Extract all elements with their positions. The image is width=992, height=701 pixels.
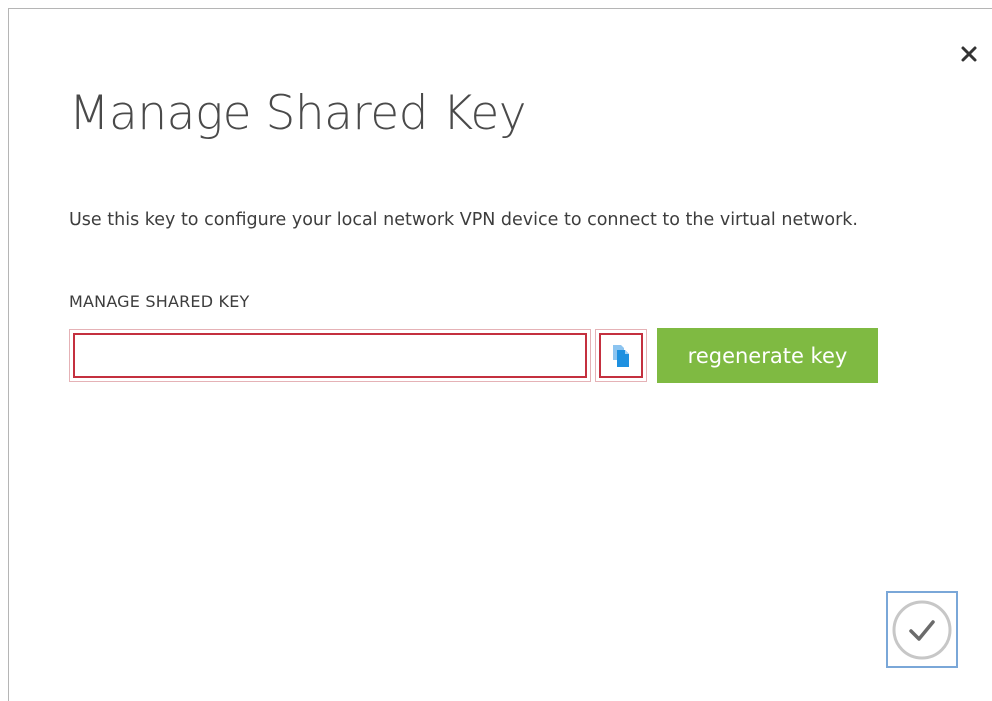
copy-key-button[interactable] (595, 329, 647, 382)
confirm-button[interactable] (886, 591, 958, 668)
shared-key-label: MANAGE SHARED KEY (69, 292, 250, 311)
shared-key-field-wrapper (69, 329, 591, 382)
dialog-title: Manage Shared Key (69, 86, 527, 141)
close-icon (961, 46, 977, 62)
manage-shared-key-dialog: Manage Shared Key Use this key to config… (8, 8, 992, 701)
regenerate-key-button[interactable]: regenerate key (657, 328, 878, 383)
copy-icon (613, 344, 629, 367)
copy-key-button-inner (599, 333, 643, 378)
dialog-description: Use this key to configure your local net… (69, 210, 858, 230)
checkmark-icon (892, 600, 952, 659)
shared-key-input[interactable] (73, 333, 587, 378)
close-button[interactable] (954, 39, 984, 69)
